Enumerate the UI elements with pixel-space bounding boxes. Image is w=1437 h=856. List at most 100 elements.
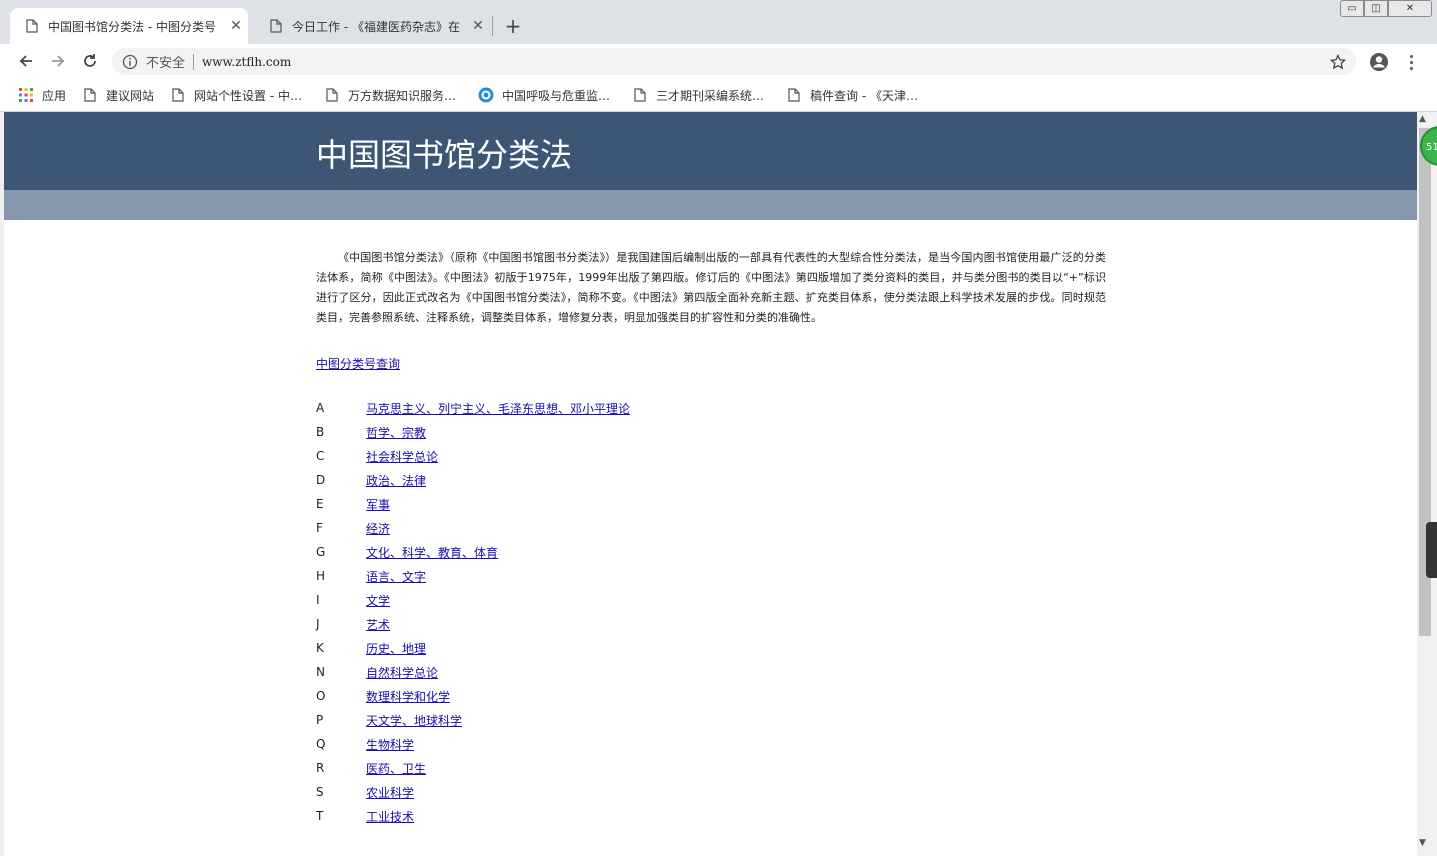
category-code: R — [316, 761, 325, 775]
tab-strip: 中国图书馆分类法 - 中图分类号 ✕ 今日工作 - 《福建医药杂志》在 ✕ + … — [0, 0, 1437, 44]
bookmark-label: 中国呼吸与危重监… — [502, 88, 611, 103]
intro-paragraph: 《中国图书馆分类法》（原称《中国图书馆图书分类法》）是我国建国后编制出版的一部具… — [316, 251, 1106, 324]
forward-arrow-icon — [52, 55, 65, 67]
bookmarks-bar: 应用 建议网站 网站个性设置 - 中… 万方数据知识服务… 中国呼吸与危重监… … — [0, 78, 1437, 112]
bookmark-item[interactable]: 稿件查询 - 《天津… — [786, 84, 918, 106]
bookmark-item[interactable]: 网站个性设置 - 中… — [170, 84, 302, 106]
category-row: O 数理科学和化学 — [316, 684, 1106, 708]
reload-button[interactable] — [78, 49, 102, 73]
minimize-button[interactable]: ▭ — [1340, 0, 1364, 17]
window-close-button[interactable]: ✕ — [1388, 0, 1432, 17]
page-icon — [786, 87, 802, 103]
category-row: G 文化、科学、教育、体育 — [316, 540, 1106, 564]
scroll-down-arrow-icon[interactable]: ▼ — [1419, 838, 1426, 848]
category-row: I 文学 — [316, 588, 1106, 612]
category-code: P — [316, 713, 324, 727]
category-row: B 哲学、宗教 — [316, 420, 1106, 444]
close-icon[interactable]: ✕ — [466, 18, 490, 34]
maximize-button[interactable]: ◫ — [1364, 0, 1388, 17]
back-arrow-icon — [19, 55, 32, 67]
bookmark-item[interactable]: 万方数据知识服务… — [324, 84, 456, 106]
category-row: D 政治、法律 — [316, 468, 1106, 492]
category-row: R 医药、卫生 — [316, 756, 1106, 780]
page-icon — [24, 18, 40, 34]
forward-button[interactable] — [46, 49, 70, 73]
globe-logo-icon — [478, 87, 494, 103]
category-code: T — [316, 809, 324, 823]
page-icon — [170, 87, 186, 103]
category-code: F — [316, 521, 323, 535]
menu-kebab-icon[interactable] — [1402, 51, 1420, 73]
category-link[interactable]: 数理科学和化学 — [366, 688, 450, 705]
category-row: N 自然科学总论 — [316, 660, 1106, 684]
category-list: A 马克思主义、列宁主义、毛泽东思想、邓小平理论 B 哲学、宗教 C 社会科学总论 D 政治、… — [316, 396, 1106, 828]
bookmark-label: 建议网站 — [106, 88, 155, 103]
page-left-edge — [0, 112, 4, 856]
bookmark-apps[interactable]: 应用 — [18, 84, 66, 106]
category-row: P 天文学、地球科学 — [316, 708, 1106, 732]
site-header: 中国图书馆分类法 — [4, 112, 1417, 190]
category-code: A — [316, 401, 325, 415]
category-row: T 工业技术 — [316, 804, 1106, 828]
category-code: O — [316, 689, 326, 703]
page-icon — [82, 87, 98, 103]
category-link[interactable]: 自然科学总论 — [366, 664, 438, 681]
category-link[interactable]: 马克思主义、列宁主义、毛泽东思想、邓小平理论 — [366, 400, 630, 417]
bookmark-item[interactable]: 中国呼吸与危重监… — [478, 84, 610, 106]
category-row: C 社会科学总论 — [316, 444, 1106, 468]
category-link[interactable]: 经济 — [366, 520, 390, 537]
category-link[interactable]: 语言、文字 — [366, 568, 426, 585]
url-text[interactable]: www.ztflh.com — [202, 55, 291, 69]
apps-grid-icon — [18, 87, 34, 103]
tab-title: 中国图书馆分类法 - 中图分类号 — [48, 19, 216, 34]
category-link[interactable]: 天文学、地球科学 — [366, 712, 462, 729]
tab-separator — [492, 16, 493, 36]
info-icon — [122, 54, 138, 69]
category-link[interactable]: 政治、法律 — [366, 472, 426, 489]
category-link[interactable]: 文化、科学、教育、体育 — [366, 544, 498, 561]
category-code: S — [316, 785, 324, 799]
close-icon[interactable]: ✕ — [224, 18, 248, 34]
category-row: A 马克思主义、列宁主义、毛泽东思想、邓小平理论 — [316, 396, 1106, 420]
tab-inactive[interactable]: 今日工作 - 《福建医药杂志》在 ✕ — [254, 8, 490, 44]
category-row: J 艺术 — [316, 612, 1106, 636]
omnibox-divider — [193, 53, 195, 70]
bookmark-item[interactable]: 三才期刊采编系统… — [632, 84, 764, 106]
bookmark-star-icon[interactable] — [1328, 52, 1348, 72]
category-row: F 经济 — [316, 516, 1106, 540]
category-link[interactable]: 医药、卫生 — [366, 760, 426, 777]
category-code: D — [316, 473, 326, 487]
category-link[interactable]: 军事 — [366, 496, 390, 513]
category-link[interactable]: 历史、地理 — [366, 640, 426, 657]
address-bar[interactable]: 不安全 www.ztflh.com — [112, 48, 1356, 75]
browser-chrome: 中国图书馆分类法 - 中图分类号 ✕ 今日工作 - 《福建医药杂志》在 ✕ + … — [0, 0, 1437, 112]
back-button[interactable] — [14, 49, 38, 73]
profile-avatar-icon[interactable] — [1368, 51, 1390, 73]
category-link[interactable]: 文学 — [366, 592, 390, 609]
category-link[interactable]: 哲学、宗教 — [366, 424, 426, 441]
page-icon — [268, 18, 284, 34]
category-code: H — [316, 569, 326, 583]
category-link[interactable]: 艺术 — [366, 616, 390, 633]
side-widget-handle[interactable] — [1426, 522, 1437, 578]
bookmark-item[interactable]: 建议网站 — [82, 84, 154, 106]
query-link[interactable]: 中图分类号查询 — [316, 355, 1106, 372]
main-content: 《中国图书馆分类法》（原称《中国图书馆图书分类法》）是我国建国后编制出版的一部具… — [316, 248, 1106, 828]
category-code: J — [316, 617, 320, 631]
category-code: B — [316, 425, 325, 439]
category-link[interactable]: 农业科学 — [366, 784, 414, 801]
category-row: S 农业科学 — [316, 780, 1106, 804]
bookmark-label: 万方数据知识服务… — [348, 88, 457, 103]
tab-title: 今日工作 - 《福建医药杂志》在 — [292, 19, 460, 34]
category-link[interactable]: 工业技术 — [366, 808, 414, 825]
category-row: K 历史、地理 — [316, 636, 1106, 660]
bookmark-label: 稿件查询 - 《天津… — [810, 88, 918, 103]
category-code: I — [316, 593, 320, 607]
reload-icon — [84, 54, 96, 67]
category-code: G — [316, 545, 326, 559]
new-tab-button[interactable]: + — [500, 14, 526, 38]
tab-active[interactable]: 中国图书馆分类法 - 中图分类号 ✕ — [10, 8, 248, 44]
category-link[interactable]: 生物科学 — [366, 736, 414, 753]
scroll-up-arrow-icon[interactable]: ▲ — [1419, 114, 1426, 124]
category-link[interactable]: 社会科学总论 — [366, 448, 438, 465]
